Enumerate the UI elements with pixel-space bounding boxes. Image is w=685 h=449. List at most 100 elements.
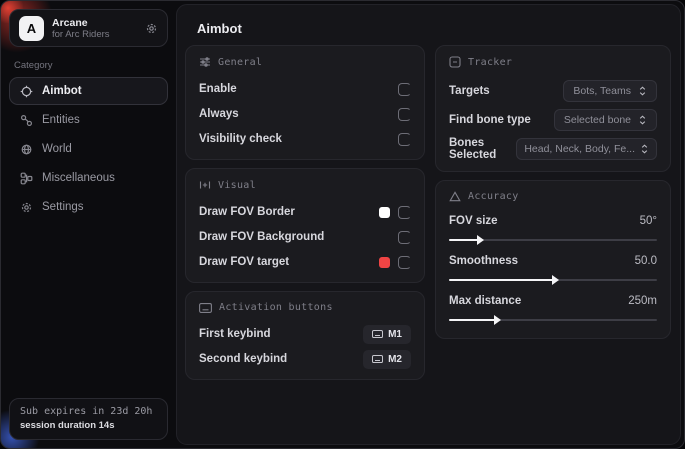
gear-icon — [20, 201, 33, 214]
card-title: Tracker — [468, 57, 512, 68]
setting-row: Enable — [199, 79, 411, 99]
card-title: General — [218, 57, 262, 68]
setting-row: Draw FOV target — [199, 252, 411, 272]
sidebar-item-entities[interactable]: Entities — [9, 106, 168, 134]
setting-label: Always — [199, 108, 239, 120]
adjust-icon — [199, 179, 211, 191]
setting-row: Draw FOV Background — [199, 227, 411, 247]
app-logo: A — [19, 16, 44, 41]
unfold-icon — [638, 86, 647, 96]
card-activation-buttons: Activation buttons First keybind M1 Seco… — [185, 291, 425, 380]
keyboard-icon — [372, 355, 383, 363]
grid-icon — [20, 172, 33, 185]
setting-label: Targets — [449, 85, 490, 97]
setting-row: Second keybind M2 — [199, 349, 411, 369]
setting-row: FOV size 50° — [449, 213, 657, 244]
select-value: Head, Neck, Body, Fe... — [524, 143, 635, 155]
slider-thumb[interactable] — [552, 275, 559, 285]
draw-fov-border-checkbox[interactable] — [398, 206, 411, 219]
globe-icon — [20, 143, 33, 156]
setting-label: First keybind — [199, 328, 271, 340]
color-swatch[interactable] — [379, 207, 390, 218]
subscription-info: Sub expires in 23d 20h session duration … — [9, 398, 168, 440]
sidebar-item-label: World — [42, 143, 72, 155]
visibility-check-checkbox[interactable] — [398, 133, 411, 146]
setting-row: Smoothness 50.0 — [449, 253, 657, 284]
draw-fov-background-checkbox[interactable] — [398, 231, 411, 244]
setting-label: Draw FOV Background — [199, 231, 324, 243]
keybind-value: M2 — [388, 354, 402, 365]
card-title: Visual — [218, 180, 256, 191]
setting-row: Find bone type Selected bone — [449, 108, 657, 132]
setting-label: Find bone type — [449, 114, 531, 126]
find-bone-type-select[interactable]: Selected bone — [554, 109, 657, 131]
slider-thumb[interactable] — [494, 315, 501, 325]
app-window: A Arcane for Arc Riders Category Aimbot … — [0, 0, 685, 449]
card-general: General Enable Always Visibility check — [185, 45, 425, 160]
crosshair-icon — [20, 85, 33, 98]
sub-expiry-text: Sub expires in 23d 20h — [20, 405, 157, 419]
keyboard-icon — [199, 303, 212, 313]
targets-select[interactable]: Bots, Teams — [563, 80, 657, 102]
card-accuracy: Accuracy FOV size 50° — [435, 180, 671, 339]
setting-row: First keybind M1 — [199, 324, 411, 344]
fov-size-slider[interactable] — [449, 236, 657, 244]
select-value: Bots, Teams — [573, 85, 631, 97]
sidebar-item-settings[interactable]: Settings — [9, 193, 168, 221]
first-keybind-button[interactable]: M1 — [363, 325, 411, 344]
app-subtitle: for Arc Riders — [52, 29, 137, 40]
draw-fov-target-checkbox[interactable] — [398, 256, 411, 269]
app-header: A Arcane for Arc Riders — [9, 9, 168, 47]
entities-icon — [20, 114, 33, 127]
sidebar-item-aimbot[interactable]: Aimbot — [9, 77, 168, 105]
bones-selected-select[interactable]: Head, Neck, Body, Fe... — [516, 138, 657, 160]
card-title: Activation buttons — [219, 302, 333, 313]
setting-label: Max distance — [449, 295, 521, 307]
setting-row: Bones Selected Head, Neck, Body, Fe... — [449, 137, 657, 161]
sliders-icon — [199, 56, 211, 68]
setting-row: Draw FOV Border — [199, 202, 411, 222]
slider-value: 50° — [640, 215, 657, 227]
setting-label: Draw FOV Border — [199, 206, 295, 218]
enable-checkbox[interactable] — [398, 83, 411, 96]
keyboard-icon — [372, 330, 383, 338]
setting-label: Bones Selected — [449, 137, 516, 161]
setting-label: Second keybind — [199, 353, 287, 365]
triangle-icon — [449, 191, 461, 202]
category-label: Category — [14, 60, 163, 71]
setting-row: Max distance 250m — [449, 293, 657, 324]
max-distance-slider[interactable] — [449, 316, 657, 324]
session-duration-text: session duration 14s — [20, 419, 157, 432]
card-title: Accuracy — [468, 191, 519, 202]
checkbox-minus-icon — [449, 56, 461, 68]
sidebar-item-label: Miscellaneous — [42, 172, 115, 184]
card-visual: Visual Draw FOV Border Draw FOV Backgrou… — [185, 168, 425, 283]
color-swatch[interactable] — [379, 257, 390, 268]
smoothness-slider[interactable] — [449, 276, 657, 284]
second-keybind-button[interactable]: M2 — [363, 350, 411, 369]
app-name: Arcane — [52, 17, 137, 29]
setting-label: Visibility check — [199, 133, 282, 145]
setting-row: Always — [199, 104, 411, 124]
sidebar-item-world[interactable]: World — [9, 135, 168, 163]
slider-value: 250m — [628, 295, 657, 307]
setting-row: Targets Bots, Teams — [449, 79, 657, 103]
slider-thumb[interactable] — [477, 235, 484, 245]
sidebar-item-miscellaneous[interactable]: Miscellaneous — [9, 164, 168, 192]
main-panel: Aimbot General Enable Alw — [176, 4, 681, 445]
gear-icon[interactable] — [145, 22, 158, 35]
setting-label: FOV size — [449, 215, 498, 227]
sidebar: A Arcane for Arc Riders Category Aimbot … — [1, 1, 176, 448]
setting-label: Enable — [199, 83, 237, 95]
keybind-value: M1 — [388, 329, 402, 340]
card-tracker: Tracker Targets Bots, Teams Find bone ty… — [435, 45, 671, 172]
setting-label: Draw FOV target — [199, 256, 289, 268]
sidebar-item-label: Settings — [42, 201, 84, 213]
unfold-icon — [640, 144, 649, 154]
sidebar-item-label: Entities — [42, 114, 80, 126]
setting-row: Visibility check — [199, 129, 411, 149]
setting-label: Smoothness — [449, 255, 518, 267]
always-checkbox[interactable] — [398, 108, 411, 121]
page-title: Aimbot — [197, 21, 672, 36]
slider-value: 50.0 — [635, 255, 657, 267]
